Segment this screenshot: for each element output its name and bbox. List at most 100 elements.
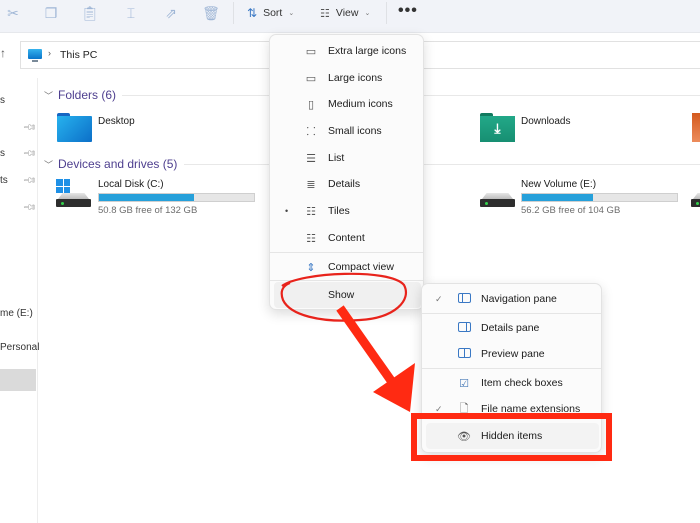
menu-item-details[interactable]: ≣ Details	[270, 171, 423, 197]
submenu-item-label: Preview pane	[481, 348, 545, 360]
menu-item-label: Extra large icons	[328, 45, 407, 57]
list-icon: ☰	[306, 152, 316, 165]
submenu-item-details-pane[interactable]: Details pane	[422, 315, 601, 341]
view-icon: ☷	[320, 7, 330, 20]
menu-item-medium-icons[interactable]: ▯ Medium icons	[270, 91, 423, 117]
view-button[interactable]: ☷ View ⌄	[320, 4, 370, 22]
folders-group-header[interactable]: ﹀ Folders (6)	[44, 88, 116, 102]
submenu-item-label: File name extensions	[481, 403, 581, 415]
folder-icon[interactable]	[692, 113, 700, 142]
share-icon[interactable]: ⇗	[161, 4, 181, 22]
pin-icon: 📌︎	[22, 119, 38, 135]
sort-label: Sort	[263, 7, 283, 19]
drive-c-usage-bar	[98, 193, 255, 202]
menu-item-label: List	[328, 152, 345, 164]
menu-separator	[270, 252, 423, 253]
monitor-icon: ▭	[305, 45, 317, 58]
submenu-item-label: Hidden items	[481, 430, 543, 442]
drive-c-usage-fill	[99, 194, 195, 201]
menu-item-content[interactable]: ☷ Content	[270, 225, 423, 251]
submenu-item-label: Details pane	[481, 322, 540, 334]
windows-logo-icon	[56, 179, 70, 193]
tiles-icon: ☷	[306, 205, 316, 218]
drive-e-usage-fill	[522, 194, 594, 201]
menu-item-list[interactable]: ☰ List	[270, 145, 423, 171]
menu-item-label: Medium icons	[328, 98, 393, 110]
toolbar-divider	[386, 2, 387, 24]
submenu-item-label: Item check boxes	[481, 377, 563, 389]
submenu-item-file-name-extensions[interactable]: ✓ 🗋︎ File name extensions	[422, 396, 601, 422]
drive-c-name[interactable]: Local Disk (C:)	[98, 179, 164, 190]
drive-icon[interactable]	[691, 193, 700, 207]
drive-e-icon[interactable]	[480, 193, 515, 207]
menu-separator	[422, 368, 601, 369]
details-icon: ≣	[306, 178, 316, 191]
drives-group-header[interactable]: ﹀ Devices and drives (5)	[44, 157, 177, 171]
delete-icon[interactable]: 🗑︎	[201, 4, 221, 22]
command-bar: ✂ ❐ 📋︎ ⌶ ⇗ 🗑︎ ⇅ Sort ⌄ ☷ View ⌄ •••	[0, 0, 700, 33]
submenu-item-item-check-boxes[interactable]: ☑ Item check boxes	[422, 370, 601, 396]
menu-item-extra-large-icons[interactable]: ▭ Extra large icons	[270, 38, 423, 64]
sidebar-item-new-volume[interactable]: me (E:)	[0, 308, 33, 319]
submenu-item-navigation-pane[interactable]: ✓ Navigation pane	[422, 286, 601, 312]
sidebar-item[interactable]: s	[0, 95, 5, 106]
view-menu: ▭ Extra large icons ▭ Large icons ▯ Medi…	[269, 34, 424, 310]
more-options-button[interactable]: •••	[398, 2, 418, 20]
menu-item-label: Small icons	[328, 125, 382, 137]
sort-button[interactable]: ⇅ Sort ⌄	[247, 4, 294, 22]
sidebar-item[interactable]: ts	[0, 175, 8, 186]
monitor-icon: ▯	[307, 98, 315, 111]
toolbar-divider	[233, 2, 234, 24]
pin-icon: 📌︎	[22, 172, 38, 188]
breadcrumb-this-pc[interactable]: This PC	[60, 49, 97, 61]
check-icon: ✓	[435, 293, 443, 304]
menu-item-large-icons[interactable]: ▭ Large icons	[270, 65, 423, 91]
chevron-down-icon: ﹀	[44, 90, 54, 101]
show-submenu: ✓ Navigation pane Details pane Preview p…	[421, 283, 602, 453]
menu-item-label: Content	[328, 232, 365, 244]
sidebar-item[interactable]: s	[0, 148, 5, 159]
cut-icon[interactable]: ✂	[3, 4, 23, 22]
details-pane-icon	[457, 321, 471, 335]
submenu-item-hidden-items[interactable]: 👁︎ Hidden items	[426, 423, 599, 449]
eye-icon: 👁︎	[457, 430, 471, 443]
sidebar-item-personal[interactable]: Personal	[0, 342, 39, 353]
downloads-folder-icon[interactable]: ⤓	[480, 113, 515, 142]
navigation-pane-icon	[457, 292, 471, 306]
copy-icon[interactable]: ❐	[41, 4, 61, 22]
menu-item-label: Details	[328, 178, 361, 190]
menu-item-compact-view[interactable]: ⇕ Compact view	[270, 254, 423, 280]
drive-e-name[interactable]: New Volume (E:)	[521, 179, 596, 190]
drives-header-label: Devices and drives (5)	[58, 157, 178, 171]
desktop-folder-icon[interactable]	[57, 113, 92, 142]
menu-item-tiles[interactable]: • ☷ Tiles	[270, 198, 423, 224]
menu-item-label: Show	[328, 289, 355, 301]
sidebar-item-selected[interactable]	[0, 369, 36, 391]
pin-icon: 📌︎	[22, 145, 38, 161]
menu-item-show[interactable]: Show	[274, 282, 421, 308]
folder-downloads-name[interactable]: Downloads	[521, 116, 570, 127]
annotation-arrow-shaft	[336, 305, 396, 385]
chevron-down-icon: ⌄	[364, 10, 371, 17]
submenu-item-preview-pane[interactable]: Preview pane	[422, 341, 601, 367]
menu-separator	[422, 313, 601, 314]
submenu-item-label: Navigation pane	[481, 293, 557, 305]
menu-item-small-icons[interactable]: ⸬ Small icons	[270, 118, 423, 144]
menu-separator	[270, 280, 423, 281]
up-arrow-icon[interactable]: ↑	[0, 46, 6, 60]
breadcrumb-chevron-icon[interactable]: ›	[48, 48, 51, 58]
grid-icon: ⸬	[306, 125, 316, 138]
menu-item-label: Tiles	[328, 205, 350, 217]
this-pc-icon	[28, 49, 42, 62]
rename-icon[interactable]: ⌶	[121, 4, 141, 22]
check-icon: ✓	[435, 403, 443, 414]
preview-pane-icon	[457, 347, 471, 361]
paste-icon[interactable]: 📋︎	[80, 4, 100, 22]
content-icon: ☷	[306, 232, 316, 245]
folder-desktop-name[interactable]: Desktop	[98, 116, 135, 127]
view-label: View	[335, 7, 359, 19]
selected-bullet-icon: •	[285, 206, 289, 216]
drive-e-usage-bar	[521, 193, 678, 202]
group-divider	[184, 164, 700, 165]
drive-c-icon[interactable]	[56, 193, 91, 207]
